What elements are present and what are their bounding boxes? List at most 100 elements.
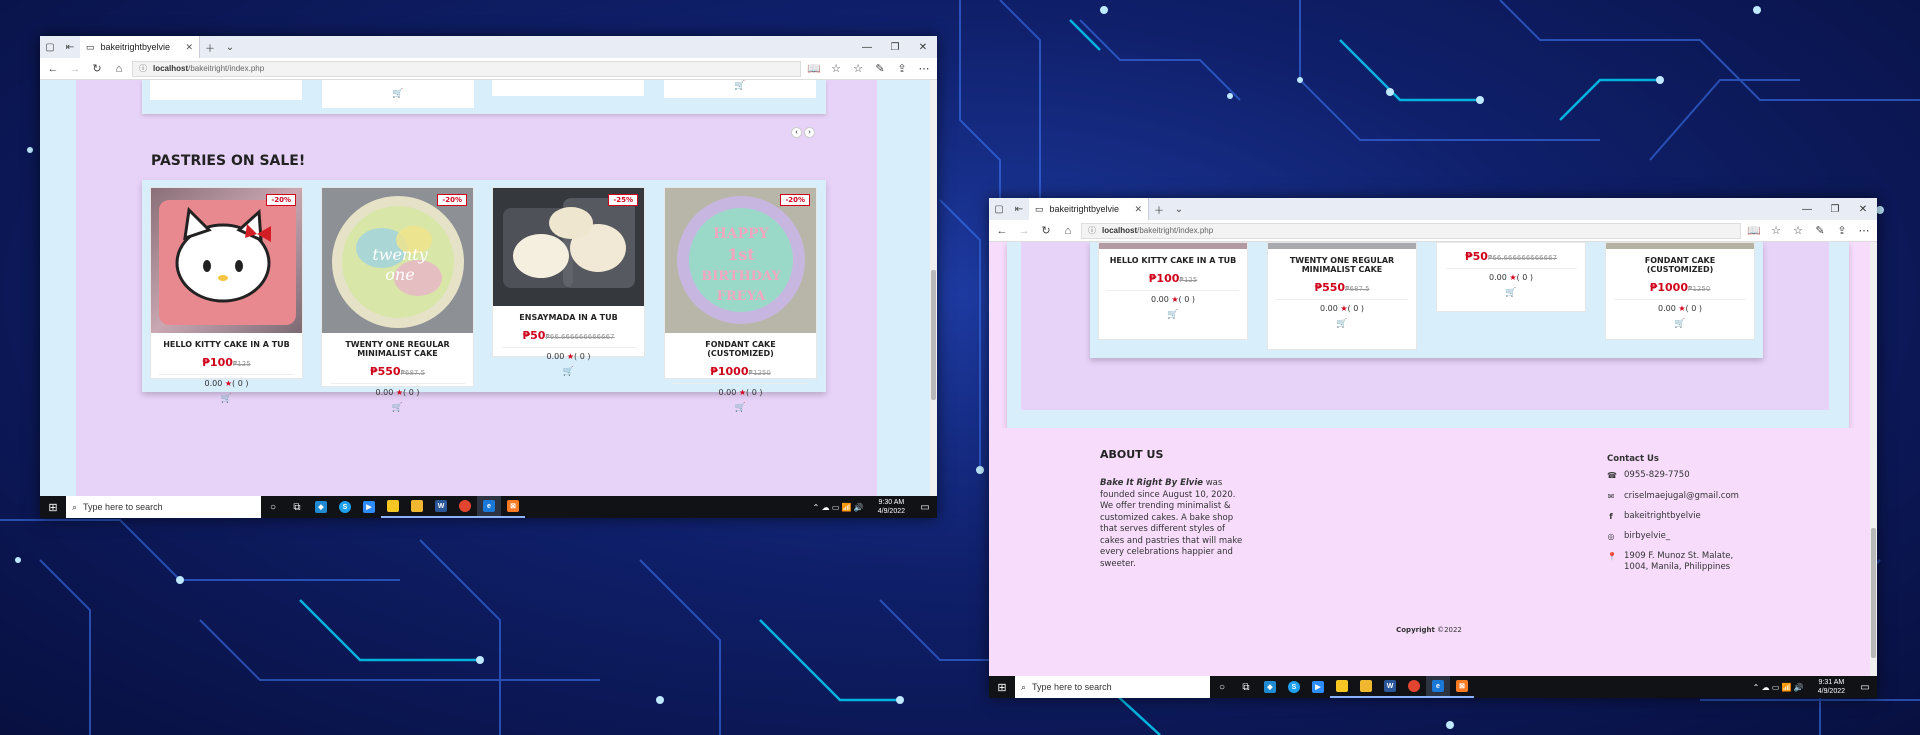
windows-start-icon[interactable]: ⊞ (989, 681, 1015, 694)
task-view-icon[interactable]: ⧉ (1234, 676, 1258, 698)
product-card[interactable]: -25% ENSAYMADA IN A TUB ₱50₱66.666666666… (492, 187, 645, 377)
carousel-prev-button[interactable]: ‹ (791, 127, 802, 138)
restore-icon[interactable]: ❐ (881, 42, 909, 53)
share-icon[interactable]: ⇪ (1833, 224, 1851, 237)
product-image[interactable]: -25% (493, 188, 644, 306)
add-to-cart-button[interactable]: 🛒 (1437, 288, 1585, 298)
product-image[interactable]: twenty one -20% (322, 188, 473, 333)
refresh-icon[interactable]: ↻ (88, 62, 106, 75)
zoom-icon[interactable]: ▶ (357, 496, 381, 518)
product-name[interactable]: FONDANT CAKE (CUSTOMIZED) (1612, 256, 1748, 274)
refresh-icon[interactable]: ↻ (1037, 224, 1055, 237)
vscode-icon[interactable]: ◆ (1258, 676, 1282, 698)
minimize-icon[interactable]: — (853, 42, 881, 53)
word-icon[interactable]: W (429, 496, 453, 518)
browser-tab[interactable]: ▭ bakeitrightbyelvie ✕ (80, 36, 200, 58)
restore-icon[interactable]: ❐ (1821, 204, 1849, 215)
contact-facebook[interactable]: f bakeitrightbyelvie (1607, 511, 1701, 522)
add-to-cart-button[interactable]: 🛒 (1099, 310, 1247, 320)
tab-actions-icon[interactable]: ▢ (989, 204, 1009, 215)
xampp-icon[interactable]: ⊠ (1450, 676, 1474, 698)
favorites-icon[interactable]: ☆ (849, 62, 867, 75)
product-card[interactable]: HAPPY 1st BIRTHDAY FREYA -20% FONDANT CA… (664, 187, 817, 413)
more-icon[interactable]: ⋯ (1855, 224, 1873, 237)
scrollbar-thumb[interactable] (1871, 528, 1876, 658)
edge-icon[interactable]: e (477, 496, 501, 518)
reading-view-icon[interactable]: 📖 (1745, 224, 1763, 237)
taskbar-search[interactable]: ⌕ Type here to search (1015, 676, 1210, 698)
word-icon[interactable]: W (1378, 676, 1402, 698)
tab-close-icon[interactable]: ✕ (1134, 204, 1142, 215)
sticky-notes-icon[interactable] (1330, 676, 1354, 698)
scrollbar-thumb[interactable] (931, 270, 936, 400)
system-tray[interactable]: ⌃ ☁ ▭ 📶 🔊 (1753, 683, 1810, 692)
cart-icon[interactable]: 🛒 (392, 88, 403, 98)
tab-back-icon[interactable]: ⇤ (1009, 204, 1029, 215)
add-to-cart-button[interactable]: 🛒 (493, 367, 644, 377)
taskbar-search[interactable]: ⌕ Type here to search (66, 496, 261, 518)
product-card[interactable]: TWENTY ONE REGULAR MINIMALIST CAKE ₱550₱… (1267, 242, 1417, 350)
file-explorer-icon[interactable] (405, 496, 429, 518)
close-window-icon[interactable]: ✕ (1849, 204, 1877, 215)
new-tab-icon[interactable]: ＋ (200, 40, 220, 55)
browser-tab[interactable]: ▭ bakeitrightbyelvie ✕ (1029, 198, 1149, 220)
add-to-cart-button[interactable]: 🛒 (1268, 319, 1416, 329)
add-to-cart-button[interactable]: 🛒 (151, 394, 302, 404)
url-field[interactable]: ⓘ localhost/bakeitright/index.php (1081, 222, 1741, 239)
home-icon[interactable]: ⌂ (1059, 225, 1077, 237)
forward-icon[interactable]: → (1015, 225, 1033, 237)
close-window-icon[interactable]: ✕ (909, 42, 937, 53)
product-card[interactable]: -20% HELLO KITTY CAKE IN A TUB ₱100₱125 … (150, 187, 303, 404)
url-field[interactable]: ⓘ localhost/bakeitright/index.php (132, 60, 801, 77)
tab-actions-icon[interactable]: ▢ (40, 42, 60, 53)
edge-icon[interactable]: e (1426, 676, 1450, 698)
contact-phone[interactable]: ☎ 0955-829-7750 (1607, 470, 1690, 481)
tab-close-icon[interactable]: ✕ (185, 42, 193, 53)
back-icon[interactable]: ← (44, 63, 62, 75)
pen-icon[interactable]: ✎ (1811, 224, 1829, 237)
favorites-icon[interactable]: ☆ (1789, 224, 1807, 237)
product-name[interactable]: HELLO KITTY CAKE IN A TUB (1105, 256, 1241, 265)
file-explorer-icon[interactable] (1354, 676, 1378, 698)
more-icon[interactable]: ⋯ (915, 62, 933, 75)
product-card[interactable]: HELLO KITTY CAKE IN A TUB ₱100₱125 0.00 … (1098, 242, 1248, 340)
product-image[interactable]: HAPPY 1st BIRTHDAY FREYA -20% (665, 188, 816, 333)
product-image[interactable]: -20% (151, 188, 302, 333)
reading-view-icon[interactable]: 📖 (805, 62, 823, 75)
tab-list-icon[interactable]: ⌄ (1169, 204, 1189, 215)
windows-start-icon[interactable]: ⊞ (40, 501, 66, 514)
page-scrollbar[interactable] (930, 80, 937, 496)
cortana-icon[interactable]: ○ (1210, 676, 1234, 698)
pen-icon[interactable]: ✎ (871, 62, 889, 75)
product-card[interactable]: twenty one -20% TWENTY ONE REGULAR MINIM… (321, 187, 474, 413)
contact-email[interactable]: ✉ criselmaejugal@gmail.com (1607, 491, 1739, 502)
contact-instagram[interactable]: ◎ birbyelvie_ (1607, 531, 1671, 542)
chrome-icon[interactable] (453, 496, 477, 518)
tab-list-icon[interactable]: ⌄ (220, 42, 240, 53)
task-view-icon[interactable]: ⧉ (285, 496, 309, 518)
cortana-icon[interactable]: ○ (261, 496, 285, 518)
add-to-cart-button[interactable]: 🛒 (322, 403, 473, 413)
product-name[interactable]: ENSAYMADA IN A TUB (499, 313, 638, 322)
product-card[interactable]: FONDANT CAKE (CUSTOMIZED) ₱1000₱1250 0.0… (1605, 242, 1755, 340)
notifications-icon[interactable]: ▭ (1853, 676, 1877, 698)
chrome-icon[interactable] (1402, 676, 1426, 698)
skype-icon[interactable]: S (1282, 676, 1306, 698)
notifications-icon[interactable]: ▭ (913, 496, 937, 518)
add-to-cart-button[interactable]: 🛒 (665, 403, 816, 413)
sticky-notes-icon[interactable] (381, 496, 405, 518)
product-name[interactable]: FONDANT CAKE (CUSTOMIZED) (671, 340, 810, 358)
product-name[interactable]: HELLO KITTY CAKE IN A TUB (157, 340, 296, 349)
new-tab-icon[interactable]: ＋ (1149, 202, 1169, 217)
tab-back-icon[interactable]: ⇤ (60, 42, 80, 53)
carousel-next-button[interactable]: › (804, 127, 815, 138)
clock[interactable]: 9:31 AM 4/9/2022 (1810, 678, 1853, 696)
share-icon[interactable]: ⇪ (893, 62, 911, 75)
favorite-star-icon[interactable]: ☆ (1767, 224, 1785, 237)
page-scrollbar[interactable] (1870, 242, 1877, 676)
back-icon[interactable]: ← (993, 225, 1011, 237)
cart-icon[interactable]: 🛒 (734, 80, 745, 90)
favorite-star-icon[interactable]: ☆ (827, 62, 845, 75)
product-card[interactable]: ₱50₱66.666666666667 0.00 ★( 0 ) 🛒 (1436, 242, 1586, 312)
minimize-icon[interactable]: — (1793, 204, 1821, 215)
